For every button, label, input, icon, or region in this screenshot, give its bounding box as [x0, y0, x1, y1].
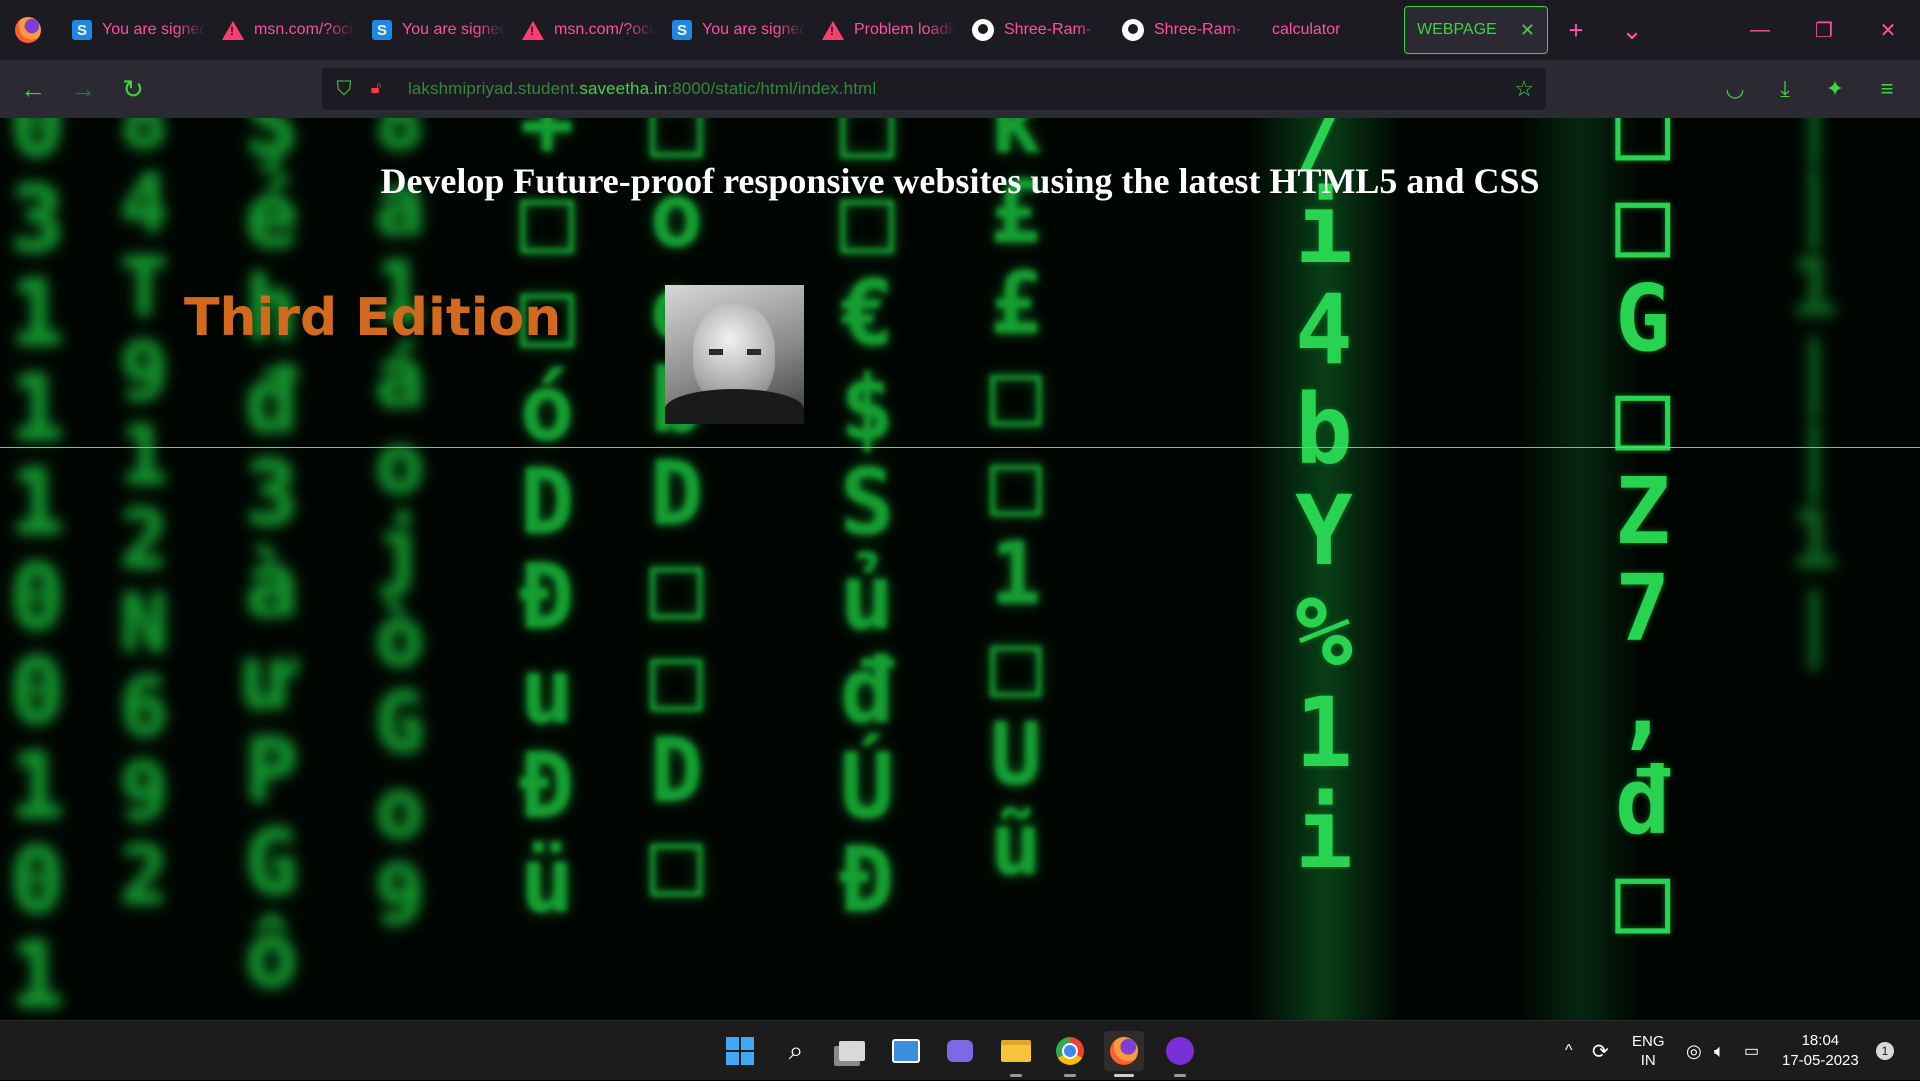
search-icon[interactable]: ⌕ — [776, 1031, 816, 1071]
running-indicator — [1174, 1074, 1186, 1077]
background-glyphs: □ o o b D □ □ D □ — [650, 118, 703, 915]
tab-8[interactable]: Shree-Ram- — [1106, 0, 1256, 60]
battery-icon[interactable]: ▭ — [1744, 1021, 1759, 1081]
background-glyphs: ĸ £ £ □ □ 1 □ U ũ — [990, 118, 1042, 896]
url-domain: saveetha.in — [579, 79, 668, 98]
tab-1[interactable]: S You are signed in — [56, 0, 206, 60]
portrait-eyes — [709, 349, 761, 355]
url-suffix: :8000/static/html/index.html — [667, 79, 877, 98]
bookmark-star-icon[interactable]: ☆ — [1514, 76, 1534, 102]
portrait-shirt — [665, 389, 804, 424]
background-glyphs: □ □ € $ S ủ đ Ú Đ — [840, 118, 895, 933]
tab-label: calculator — [1272, 21, 1341, 38]
horizontal-rule — [0, 447, 1920, 448]
tab-3[interactable]: S You are signed in — [356, 0, 506, 60]
reload-icon[interactable]: ↻ — [108, 60, 158, 118]
tab-label: msn.com/?ocid — [254, 21, 356, 38]
background-glyphs: □ □ G □ Z 7 , đ □ — [1615, 118, 1671, 952]
pocket-icon[interactable]: ◡ — [1710, 60, 1760, 118]
tab-bar: S You are signed in msn.com/?ocid S You … — [0, 0, 1920, 60]
restore-icon[interactable]: ❐ — [1792, 0, 1856, 60]
tab-label: Shree-Ram- — [1004, 21, 1092, 38]
background-glyphs: 0 3 1 1 1 0 0 1 0 1 — [10, 118, 65, 1020]
page-heading: Develop Future-proof responsive websites… — [380, 161, 1540, 201]
tab-label: Shree-Ram- — [1154, 21, 1242, 38]
url-bar[interactable]: ⛉ 🔓︎ lakshmipriyad.student.saveetha.in:8… — [322, 68, 1546, 110]
s-icon: S — [372, 20, 392, 40]
extensions-icon[interactable]: ✦ — [1810, 60, 1860, 118]
tab-5[interactable]: S You are signed in — [656, 0, 806, 60]
tab-label: You are signed in — [702, 21, 806, 38]
edition-title: Third Edition — [184, 288, 562, 348]
lang-bottom: IN — [1640, 1052, 1656, 1069]
lang-top: ENG — [1632, 1033, 1665, 1050]
tab-label: Problem loading page — [854, 21, 956, 38]
tab-list-button[interactable]: ⌄ — [1604, 0, 1660, 60]
tab-4[interactable]: msn.com/?ocid — [506, 0, 656, 60]
background-glyphs: + □ □ ó D Đ u Đ ü — [520, 118, 575, 933]
running-indicator — [1010, 1074, 1022, 1077]
warning-icon — [222, 20, 244, 40]
show-hidden-icons[interactable]: ^ — [1565, 1021, 1573, 1081]
task-view-icon[interactable] — [832, 1031, 872, 1071]
notification-badge[interactable]: 1 — [1876, 1021, 1894, 1081]
github-icon — [972, 19, 994, 41]
warning-icon — [822, 20, 844, 40]
start-button[interactable] — [720, 1031, 760, 1071]
forward-icon[interactable]: → — [58, 60, 108, 118]
new-tab-button[interactable]: + — [1548, 0, 1604, 60]
tab-label: WEBPAGE — [1417, 21, 1497, 38]
clock[interactable]: 18:04 17-05-2023 — [1782, 1021, 1859, 1081]
widgets-icon[interactable] — [886, 1031, 926, 1071]
download-icon[interactable]: ⤓ — [1760, 60, 1810, 118]
close-window-icon[interactable]: ✕ — [1856, 0, 1920, 60]
webpage-viewport: 0 3 1 1 1 0 0 1 0 1 8 4 T 9 1 2 N 6 9 2 … — [0, 118, 1920, 1020]
author-portrait — [665, 285, 804, 424]
file-explorer-icon[interactable] — [996, 1031, 1036, 1077]
chrome-icon[interactable] — [1050, 1031, 1090, 1077]
menu-icon[interactable]: ≡ — [1862, 60, 1912, 118]
firefox-icon[interactable] — [0, 0, 56, 60]
tab-2[interactable]: msn.com/?ocid — [206, 0, 356, 60]
sync-icon[interactable]: ⟳ — [1592, 1021, 1609, 1081]
url-text[interactable]: lakshmipriyad.student.saveetha.in:8000/s… — [408, 79, 876, 99]
background-glyphs: 8 4 T 9 1 2 N 6 9 2 — [120, 118, 169, 922]
windows-icon — [726, 1037, 754, 1065]
s-icon: S — [672, 20, 692, 40]
minimize-icon[interactable]: — — [1728, 0, 1792, 60]
tab-9[interactable]: calculator — [1256, 0, 1396, 60]
url-prefix: lakshmipriyad.student. — [408, 79, 580, 98]
background-glyphs: / i 4 b Y % 1 i — [1295, 118, 1353, 890]
language-indicator[interactable]: ENG IN — [1632, 1021, 1665, 1081]
teams-chat-icon[interactable] — [940, 1031, 980, 1071]
tab-label: msn.com/?ocid — [554, 21, 656, 38]
app-icon[interactable] — [1160, 1031, 1200, 1077]
tab-label: You are signed in — [102, 21, 206, 38]
warning-icon — [522, 20, 544, 40]
volume-icon[interactable]: 🔈︎ — [1714, 1021, 1725, 1081]
tab-6[interactable]: Problem loading page — [806, 0, 956, 60]
network-icon[interactable]: ◎ — [1686, 1021, 1702, 1081]
close-tab-icon[interactable]: ✕ — [1520, 20, 1535, 41]
running-indicator — [1064, 1074, 1076, 1077]
github-icon — [1122, 19, 1144, 41]
tab-label: You are signed in — [402, 21, 506, 38]
insecure-lock-icon[interactable]: 🔓︎ — [366, 80, 386, 98]
background-glyphs: Ş é h đ 3 à ư P G ô — [245, 118, 298, 1007]
tab-active[interactable]: WEBPAGE ✕ — [1404, 6, 1548, 54]
date: 17-05-2023 — [1782, 1052, 1859, 1069]
firefox-taskbar-icon[interactable] — [1104, 1031, 1144, 1077]
taskbar: ⌕ ^ ⟳ ENG IN ◎ 🔈︎ ▭ 18:04 17-05-2023 1 — [0, 1020, 1920, 1080]
nav-bar: ← → ↻ ⛉ 🔓︎ lakshmipriyad.student.saveeth… — [0, 60, 1920, 118]
s-icon: S — [72, 20, 92, 40]
notification-count: 1 — [1876, 1042, 1894, 1060]
back-icon[interactable]: ← — [8, 60, 58, 118]
background-glyphs: 8 a 1 á o j ò G o 9 — [375, 118, 425, 943]
active-indicator — [1114, 1074, 1134, 1077]
shield-icon[interactable]: ⛉ — [322, 78, 366, 101]
tab-7[interactable]: Shree-Ram- — [956, 0, 1106, 60]
time: 18:04 — [1801, 1032, 1840, 1049]
